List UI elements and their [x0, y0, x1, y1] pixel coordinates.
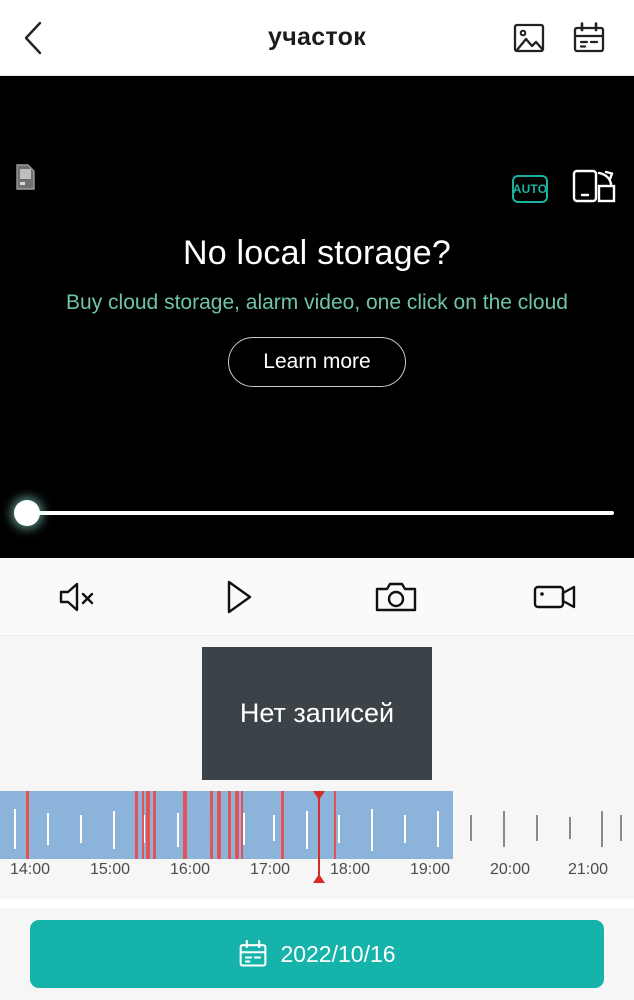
timeline-tick	[80, 815, 82, 843]
cloud-promo: No local storage? Buy cloud storage, ala…	[0, 234, 634, 387]
app-root: участок AUTO No local storage? Buy cloud…	[0, 0, 634, 1000]
timeline-time-label: 21:00	[567, 861, 609, 878]
timeline-tick	[470, 815, 472, 841]
timeline-tick	[338, 815, 340, 843]
timeline-tick	[503, 811, 505, 847]
timeline-tick	[536, 815, 538, 841]
timeline-event-marker	[135, 791, 138, 859]
timeline-recorded-band	[0, 791, 453, 859]
learn-more-button[interactable]: Learn more	[228, 337, 406, 387]
promo-title: No local storage?	[183, 234, 451, 272]
back-button[interactable]	[0, 0, 66, 76]
recordings-area: Нет записей	[0, 636, 634, 791]
calendar-icon[interactable]	[572, 21, 606, 55]
timeline-tick	[620, 815, 622, 841]
timeline-event-marker	[334, 791, 336, 859]
timeline-tick	[273, 815, 275, 841]
timeline-event-marker	[146, 791, 150, 859]
timeline-tick	[371, 809, 373, 851]
timeline-event-marker	[281, 791, 284, 859]
camera-icon	[376, 582, 417, 611]
timeline-time-label: 18:00	[329, 861, 371, 878]
sd-card-icon	[14, 164, 36, 195]
chevron-left-icon	[24, 21, 42, 54]
date-bar: 2022/10/16	[0, 908, 634, 1000]
timeline-time-label: 17:00	[249, 861, 291, 878]
timeline-event-marker	[228, 791, 231, 859]
playback-seekbar[interactable]	[0, 496, 634, 530]
timeline-tick	[437, 811, 439, 847]
mute-button[interactable]	[0, 558, 159, 635]
timeline-tick	[601, 811, 603, 847]
auto-quality-badge[interactable]: AUTO	[512, 174, 548, 203]
header-actions	[512, 21, 634, 55]
video-player[interactable]: AUTO No local storage? Buy cloud storage…	[0, 76, 634, 558]
record-button[interactable]	[476, 558, 634, 635]
speaker-mute-icon	[60, 582, 94, 611]
timeline-event-marker	[217, 791, 221, 859]
no-recordings-placeholder: Нет записей	[202, 647, 432, 780]
timeline-event-marker	[26, 791, 29, 859]
timeline-tick	[404, 815, 406, 843]
timeline-tick	[177, 813, 179, 847]
timeline-time-label: 15:00	[89, 861, 131, 878]
timeline[interactable]: 14:00 15:00 16:00 17:00 18:00 19:00 20:00 21:00	[0, 791, 634, 899]
timeline-event-marker	[142, 791, 144, 859]
image-gallery-icon[interactable]	[512, 21, 546, 55]
timeline-playhead[interactable]	[313, 791, 325, 883]
play-icon	[227, 580, 251, 613]
video-camera-icon	[533, 585, 575, 608]
promo-subtitle: Buy cloud storage, alarm video, one clic…	[66, 291, 568, 314]
timeline-event-marker	[235, 791, 239, 859]
timeline-tick	[569, 817, 571, 839]
seek-track[interactable]	[32, 511, 614, 515]
timeline-tick	[243, 813, 245, 845]
play-button[interactable]	[159, 558, 318, 635]
calendar-icon	[240, 940, 267, 967]
timeline-strip[interactable]	[0, 791, 634, 859]
timeline-tick	[306, 811, 308, 849]
timeline-tick	[14, 809, 16, 849]
player-top-actions: AUTO	[512, 168, 616, 209]
date-label: 2022/10/16	[280, 940, 396, 967]
timeline-tick	[47, 813, 49, 845]
timeline-time-label: 14:00	[9, 861, 51, 878]
snapshot-button[interactable]	[317, 558, 476, 635]
timeline-time-label: 19:00	[409, 861, 451, 878]
date-picker-button[interactable]: 2022/10/16	[30, 920, 604, 988]
timeline-event-marker	[210, 791, 213, 859]
timeline-time-label: 20:00	[489, 861, 531, 878]
timeline-event-marker	[153, 791, 156, 859]
app-header: участок	[0, 0, 634, 76]
screen-rotate-icon[interactable]	[572, 168, 616, 209]
seek-thumb[interactable]	[14, 500, 40, 526]
timeline-time-label: 16:00	[169, 861, 211, 878]
timeline-event-marker	[241, 791, 243, 859]
timeline-event-marker	[183, 791, 187, 859]
timeline-tick	[113, 811, 115, 849]
playback-controls	[0, 558, 634, 636]
